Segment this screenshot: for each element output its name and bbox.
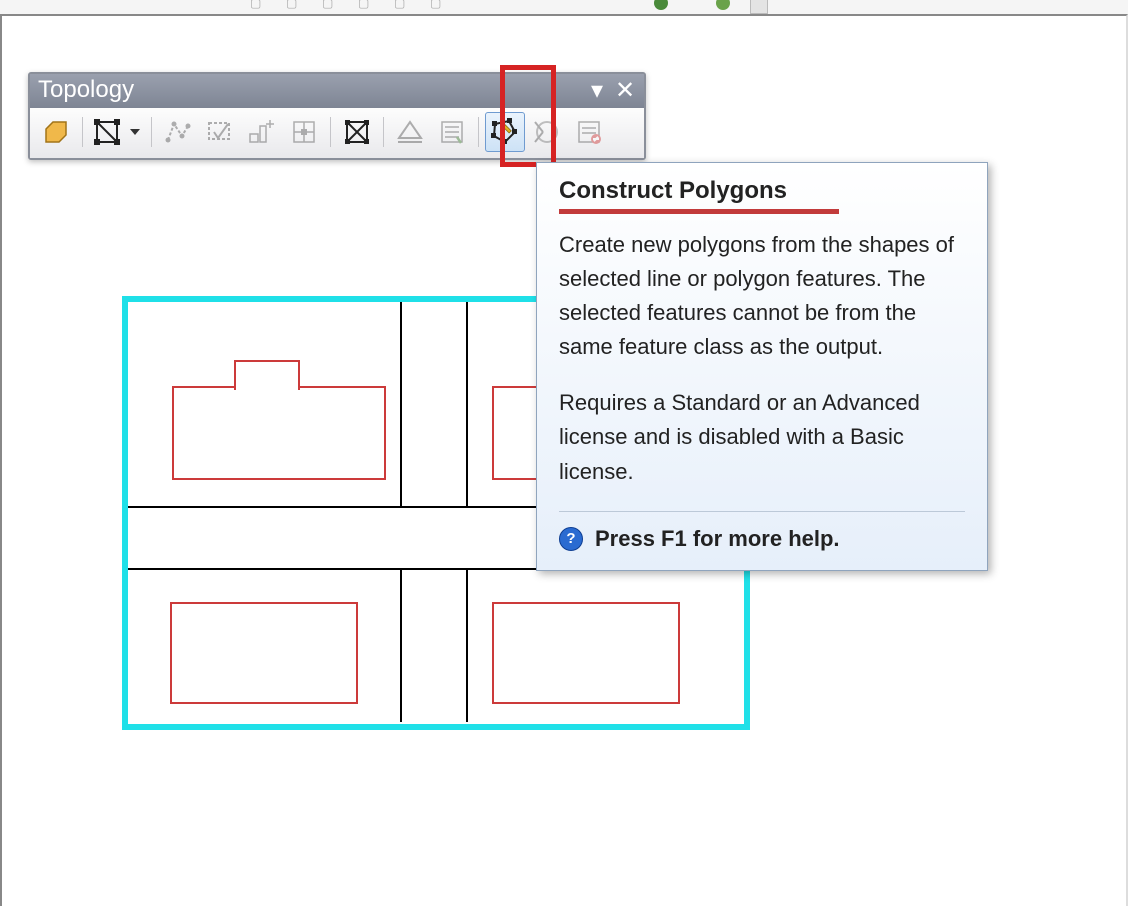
building-footprint (234, 360, 300, 390)
planarize-lines-button[interactable] (390, 112, 430, 152)
separator (82, 117, 83, 147)
tooltip-construct-polygons: Construct Polygons Create new polygons f… (536, 162, 988, 571)
chevron-down-icon (130, 129, 140, 135)
fix-topology-error-button[interactable] (284, 112, 324, 152)
tooltip-divider (559, 511, 965, 512)
error-inspector-button[interactable] (337, 112, 377, 152)
list-icon (439, 119, 465, 145)
topology-toolbar: Topology ▾ ✕ (28, 72, 646, 160)
select-topology-button[interactable] (36, 112, 76, 152)
toolbar-fragment-icons: ▢ ▢ ▢ ▢ ▢ ▢ (250, 0, 447, 10)
validate-area-icon (248, 118, 276, 146)
toolbar-close-button[interactable]: ✕ (614, 79, 636, 101)
feature-line (400, 302, 402, 508)
validate-extent-icon (206, 118, 234, 146)
status-dot-icon (716, 0, 730, 10)
building-footprint (172, 386, 386, 480)
validate-current-extent-button[interactable] (200, 112, 240, 152)
feature-line (466, 570, 468, 722)
separator (151, 117, 152, 147)
building-footprint (492, 602, 680, 704)
fix-error-icon (290, 118, 318, 146)
show-shared-features-button[interactable] (158, 112, 198, 152)
toolbar-title: Topology (38, 76, 134, 104)
split-polygons-icon (533, 118, 561, 146)
building-footprint (170, 602, 358, 704)
feature-line (466, 302, 468, 508)
separator (383, 117, 384, 147)
toolbar-button-row (30, 108, 644, 158)
construct-polygons-button[interactable] (485, 112, 525, 152)
tooltip-title: Construct Polygons (559, 177, 965, 205)
planarize-icon (396, 118, 424, 146)
toolbar-end-grip (750, 0, 768, 14)
help-icon: ? (559, 527, 583, 551)
tooltip-help-row: ? Press F1 for more help. (559, 526, 965, 552)
toolbar-titlebar[interactable]: Topology ▾ ✕ (30, 74, 644, 108)
tooltip-body-1: Create new polygons from the shapes of s… (559, 228, 965, 364)
status-dot-icon (654, 0, 668, 10)
tooltip-underline (559, 209, 839, 214)
separator (330, 117, 331, 147)
error-inspector-icon (344, 119, 370, 145)
list-errors-button[interactable] (432, 112, 472, 152)
feature-line (400, 570, 402, 722)
options-icon (576, 119, 602, 145)
topology-edit-tool-button[interactable] (89, 112, 145, 152)
topology-options-button[interactable] (569, 112, 609, 152)
map-canvas: Topology ▾ ✕ (0, 14, 1128, 906)
shared-features-icon (164, 118, 192, 146)
topology-edit-icon (94, 119, 120, 145)
construct-polygons-icon (491, 118, 519, 146)
tooltip-help-text: Press F1 for more help. (595, 526, 840, 552)
split-polygons-button[interactable] (527, 112, 567, 152)
tooltip-body-2: Requires a Standard or an Advanced licen… (559, 386, 965, 488)
app-top-strip: ▢ ▢ ▢ ▢ ▢ ▢ (0, 0, 1128, 15)
toolbar-options-dropdown[interactable]: ▾ (586, 79, 608, 101)
separator (478, 117, 479, 147)
validate-topology-area-button[interactable] (242, 112, 282, 152)
select-topology-icon (43, 119, 69, 145)
